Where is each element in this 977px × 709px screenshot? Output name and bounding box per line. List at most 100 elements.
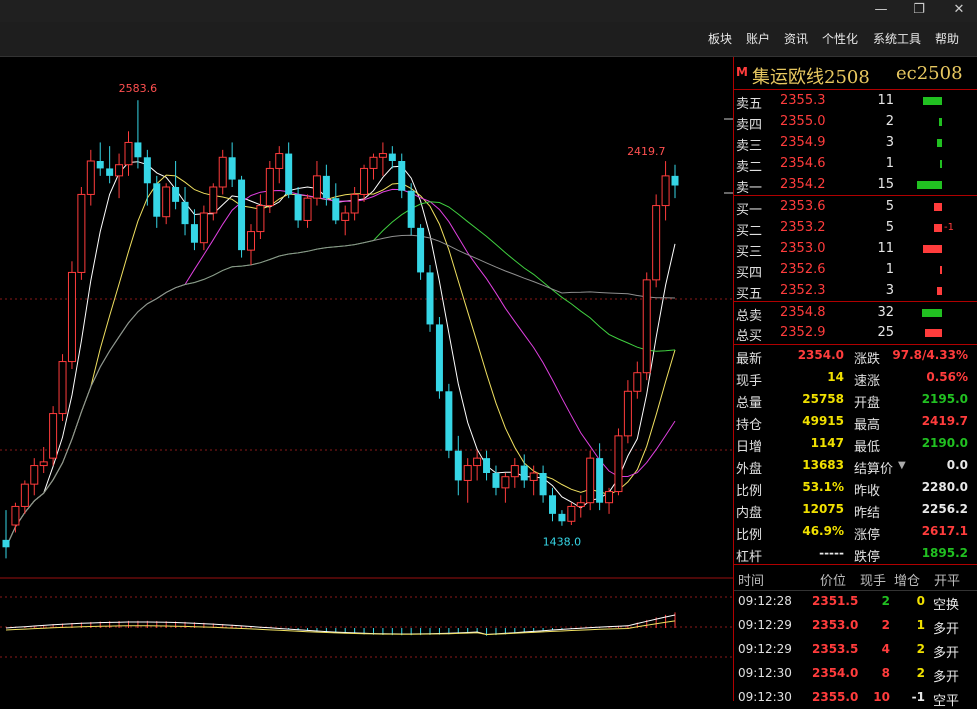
candle-body[interactable] (520, 465, 528, 481)
candle-body[interactable] (378, 153, 387, 158)
candle-body[interactable] (49, 413, 58, 459)
restore-icon[interactable]: ❐ (904, 0, 934, 22)
candle-body[interactable] (275, 153, 284, 169)
ask-row[interactable]: 卖五 2355.3 11 (734, 91, 977, 112)
candle-body[interactable] (322, 175, 330, 199)
candle-body[interactable] (58, 361, 67, 415)
candle-body[interactable] (86, 160, 95, 195)
ask-row[interactable]: 卖三 2354.9 3 (734, 133, 977, 154)
candle-body[interactable] (285, 153, 293, 195)
candle-body[interactable] (417, 227, 425, 273)
candle-body[interactable] (454, 450, 462, 481)
stat-label-left: 持仓 (736, 418, 763, 433)
candle-body[interactable] (473, 457, 482, 467)
menu-item-news[interactable]: 资讯 (784, 30, 808, 47)
minimize-icon[interactable]: — (866, 0, 896, 22)
bid-row[interactable]: 买三 2353.0 11 (734, 239, 977, 260)
candle-body[interactable] (209, 186, 218, 214)
candle-body[interactable] (312, 175, 321, 199)
candle-body[interactable] (369, 156, 378, 169)
menu-item-account[interactable]: 账户 (746, 30, 770, 47)
candle-body[interactable] (106, 168, 114, 176)
candle-body[interactable] (190, 224, 198, 243)
ask-row[interactable]: 卖四 2355.0 2 (734, 112, 977, 133)
menu-item-personalize[interactable]: 个性化 (822, 30, 858, 47)
kline-chart[interactable]: 2583.6 2419.7 1438.0 (0, 57, 733, 701)
candle-body[interactable] (652, 205, 661, 281)
ask-row[interactable]: 卖二 2354.6 1 (734, 154, 977, 175)
quote-panel: M 集运欧线2508 ec2508 卖五 2355.3 11 卖四 2355.0 2 卖三 2… (733, 57, 977, 709)
candle-body[interactable] (642, 279, 651, 374)
candle-body[interactable] (20, 483, 29, 507)
candle-body[interactable] (294, 194, 302, 221)
ask-label: 卖三 (736, 139, 763, 154)
candle-body[interactable] (11, 505, 20, 526)
candle-body[interactable] (350, 193, 359, 214)
candle-body[interactable] (671, 175, 679, 186)
candle-body[interactable] (435, 324, 443, 392)
candle-body[interactable] (539, 473, 547, 496)
candle-body[interactable] (605, 491, 614, 504)
settlement-dropdown-icon[interactable]: ▼ (898, 460, 906, 471)
candle-body[interactable] (614, 435, 623, 493)
candle-body[interactable] (596, 458, 604, 503)
candle-body[interactable] (398, 161, 406, 191)
candle-body[interactable] (265, 167, 274, 207)
bid-row[interactable]: 买一 2353.6 5 (734, 197, 977, 218)
stat-value-right: 2195.0 (921, 392, 968, 406)
candle-body[interactable] (134, 142, 142, 158)
candle-body[interactable] (228, 157, 236, 180)
candle-body[interactable] (529, 472, 538, 481)
candle-body[interactable] (388, 153, 396, 161)
candle-body[interactable] (492, 473, 500, 488)
candle-body[interactable] (199, 212, 208, 244)
candle-body[interactable] (162, 186, 171, 218)
candle-body[interactable] (124, 141, 133, 166)
candle-body[interactable] (360, 167, 369, 195)
candlestick-svg[interactable]: 2583.6 2419.7 1438.0 (0, 57, 733, 701)
candle-body[interactable] (96, 161, 104, 169)
candle-body[interactable] (303, 197, 312, 221)
candle-body[interactable] (332, 198, 340, 221)
candle-body[interactable] (661, 175, 670, 207)
bid-row[interactable]: 买五 2352.3 3 (734, 281, 977, 302)
candle-body[interactable] (153, 183, 161, 217)
ask-row[interactable]: 卖一 2354.2 15 (734, 175, 977, 196)
candle-body[interactable] (407, 190, 415, 228)
candle-body[interactable] (633, 372, 642, 392)
candle-body[interactable] (181, 201, 189, 225)
candle-body[interactable] (30, 465, 39, 485)
candle-body[interactable] (238, 179, 246, 251)
candle-body[interactable] (483, 458, 491, 473)
candle-body[interactable] (2, 539, 10, 548)
bid-row[interactable]: 买四 2352.6 1 (734, 260, 977, 281)
candle-body[interactable] (256, 205, 265, 233)
candle-body[interactable] (567, 505, 576, 522)
candle-body[interactable] (586, 457, 595, 504)
candle-body[interactable] (510, 465, 519, 478)
candle-body[interactable] (501, 476, 510, 489)
candle-body[interactable] (67, 271, 76, 363)
candle-body[interactable] (143, 157, 151, 184)
candle-body[interactable] (172, 187, 180, 202)
candle-body[interactable] (246, 231, 255, 251)
menu-item-sector[interactable]: 板块 (708, 30, 732, 47)
candle-body[interactable] (445, 391, 453, 451)
candle-body[interactable] (576, 502, 585, 507)
trade-header: 时间 价位 现手 增仓 开平 (734, 568, 977, 589)
stat-row: 日增 1147 最低 2190.0 (734, 434, 977, 455)
candle-body[interactable] (426, 272, 434, 325)
candle-body[interactable] (115, 164, 124, 177)
bid-row[interactable]: 买二 2353.2 5 -1 (734, 218, 977, 239)
candle-body[interactable] (623, 390, 632, 437)
candle-body[interactable] (558, 513, 566, 522)
candle-body[interactable] (218, 156, 227, 188)
close-icon[interactable]: ✕ (944, 0, 974, 22)
menu-item-help[interactable]: 帮助 (935, 30, 959, 47)
menu-item-system-tools[interactable]: 系统工具 (873, 30, 921, 47)
candle-body[interactable] (549, 495, 557, 514)
candle-body[interactable] (39, 461, 48, 467)
candle-body[interactable] (463, 465, 472, 481)
candle-body[interactable] (77, 193, 86, 273)
candle-body[interactable] (341, 212, 350, 221)
